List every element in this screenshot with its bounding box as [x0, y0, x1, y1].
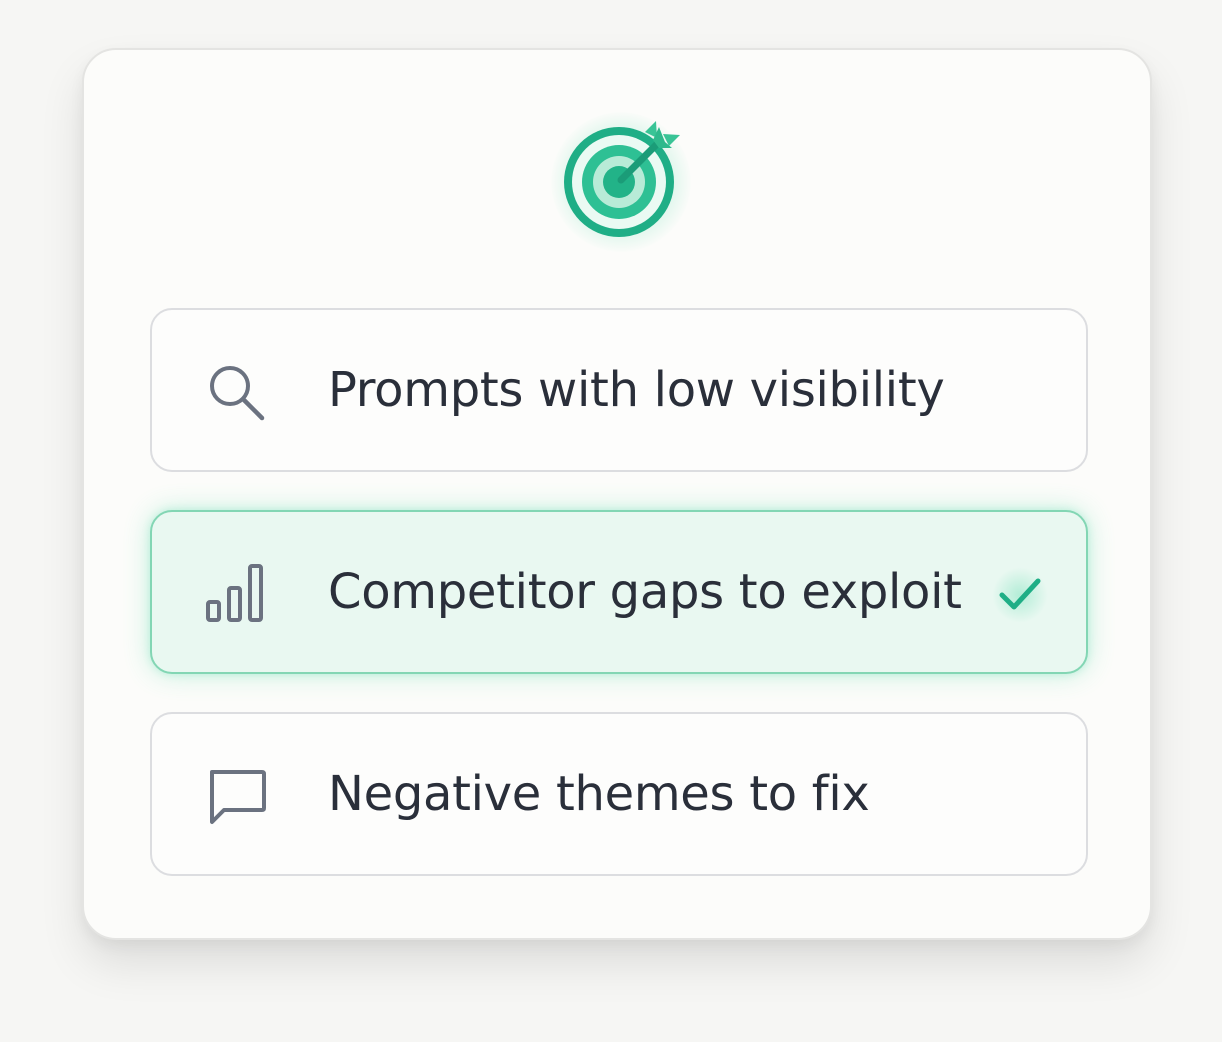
bar-chart-icon [206, 564, 263, 622]
goal-picker-card: Prompts with low visibility Competitor g… [82, 48, 1152, 940]
option-label: Negative themes to fix [328, 766, 870, 822]
target-icon-wrapper [541, 102, 701, 262]
message-icon [210, 770, 266, 824]
search-icon [210, 366, 265, 421]
target-arrow-icon [564, 121, 680, 237]
option-label: Prompts with low visibility [328, 362, 945, 418]
option-label: Competitor gaps to exploit [328, 564, 962, 620]
option-negative-themes[interactable]: Negative themes to fix [150, 712, 1088, 876]
option-competitor-gaps[interactable]: Competitor gaps to exploit [150, 510, 1088, 674]
option-low-visibility[interactable]: Prompts with low visibility [150, 308, 1088, 472]
selected-check [990, 567, 1050, 623]
check-icon [999, 578, 1041, 610]
